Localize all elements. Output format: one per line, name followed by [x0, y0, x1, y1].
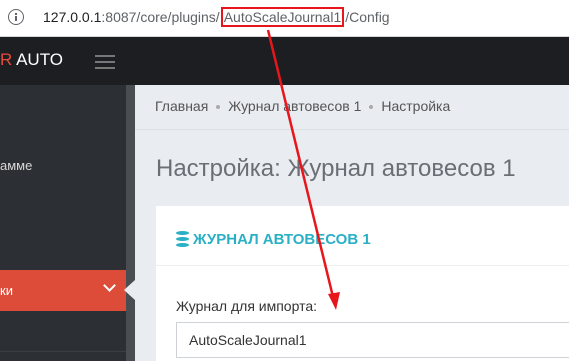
annotation-arrow: [266, 29, 340, 310]
